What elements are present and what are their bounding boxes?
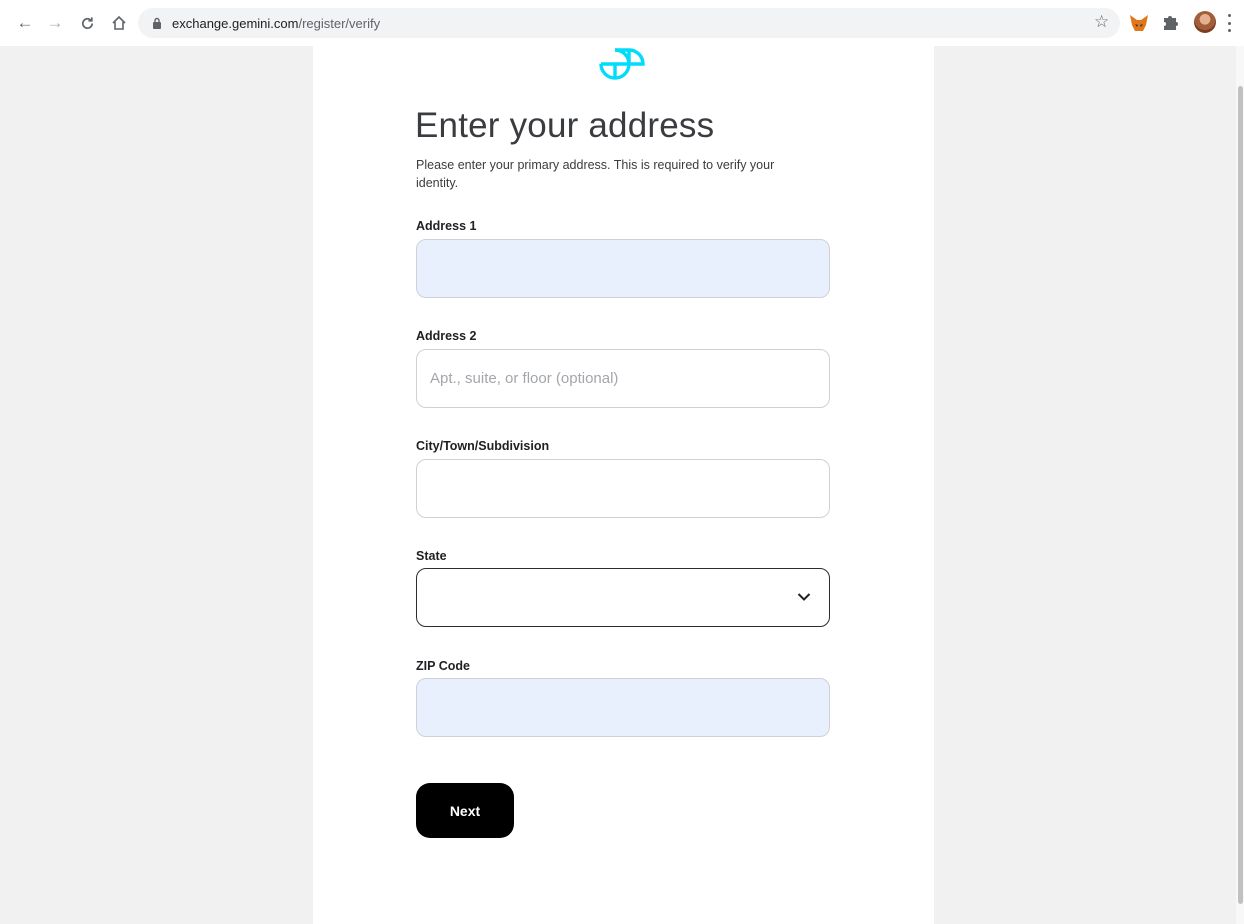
city-input[interactable] (416, 459, 830, 518)
browser-toolbar: ← → exchange.gemini.com/register/verify … (0, 0, 1244, 46)
profile-avatar[interactable] (1194, 11, 1216, 33)
city-label: City/Town/Subdivision (416, 439, 550, 453)
zip-label: ZIP Code (416, 659, 470, 673)
address-form-card: Enter your address Please enter your pri… (313, 46, 934, 924)
zip-input[interactable] (416, 678, 830, 737)
gemini-logo-icon (599, 48, 645, 80)
back-arrow-icon[interactable]: ← (14, 12, 36, 34)
state-label: State (416, 549, 447, 563)
forward-arrow-icon[interactable]: → (44, 12, 66, 34)
address1-input[interactable] (416, 239, 830, 298)
kebab-menu-icon[interactable] (1228, 14, 1232, 32)
state-select[interactable] (416, 568, 830, 627)
home-icon[interactable] (108, 12, 130, 34)
reload-icon[interactable] (76, 12, 98, 34)
extensions-puzzle-icon[interactable] (1161, 13, 1179, 31)
bookmark-star-icon[interactable]: ☆ (1094, 12, 1109, 32)
page-title: Enter your address (415, 106, 715, 145)
address-bar[interactable]: exchange.gemini.com/register/verify (138, 8, 1120, 38)
chevron-down-icon (797, 593, 811, 601)
address2-input[interactable] (416, 349, 830, 408)
scrollbar-thumb[interactable] (1238, 86, 1243, 904)
address1-label: Address 1 (416, 219, 477, 233)
metamask-fox-icon[interactable] (1128, 13, 1150, 33)
url-host: exchange.gemini.com (172, 15, 299, 31)
next-button[interactable]: Next (416, 783, 514, 838)
lock-icon (153, 17, 161, 29)
address2-label: Address 2 (416, 329, 477, 343)
url-path: /register/verify (298, 15, 381, 31)
page-subtitle: Please enter your primary address. This … (416, 158, 775, 190)
url-text: exchange.gemini.com/register/verify (172, 16, 380, 31)
